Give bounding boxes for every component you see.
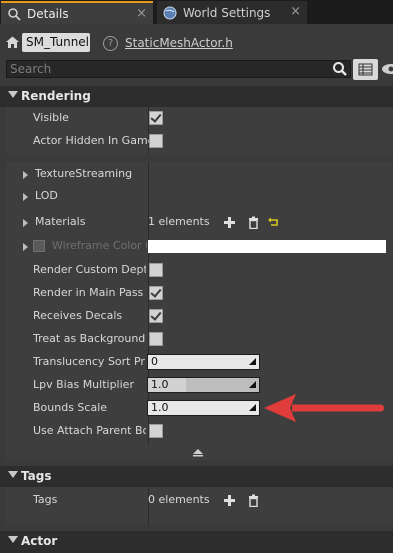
details-icon [7, 7, 21, 21]
tab-world-settings-label: World Settings [183, 5, 271, 20]
tags-panel: Tags 0 elements [6, 487, 393, 524]
class-source-link[interactable]: StaticMeshActor.h [125, 36, 233, 50]
property-row-tags: Tags 0 elements [6, 489, 393, 512]
property-row-main-pass: Render in Main Pass [6, 282, 393, 305]
rendering-basic-panel: Visible Actor Hidden In Game [6, 107, 393, 155]
help-icon[interactable]: ? [103, 36, 118, 51]
property-label: Actor Hidden In Game [33, 134, 155, 147]
property-row-translucency-sort: Translucency Sort Pri 0 [6, 351, 393, 374]
group-label: TextureStreaming [35, 167, 133, 180]
close-icon[interactable]: × [290, 4, 301, 19]
tab-details[interactable]: Details × [1, 1, 153, 24]
advanced-collapse-bar[interactable] [6, 444, 393, 460]
grid-view-icon [358, 63, 373, 76]
property-row-custom-depth: Render Custom Depth [6, 259, 393, 282]
chevron-down-icon [8, 536, 18, 543]
trash-icon[interactable] [247, 494, 260, 508]
property-row-actor-hidden: Actor Hidden In Game [6, 130, 393, 153]
category-actor-label: Actor [21, 534, 58, 548]
globe-icon [163, 6, 177, 20]
category-rendering[interactable]: Rendering [0, 86, 393, 107]
visible-checkbox[interactable] [149, 111, 163, 125]
chevron-right-icon [23, 193, 28, 201]
tab-details-label: Details [27, 6, 69, 21]
bounds-scale-input[interactable]: 1.0 [147, 400, 260, 416]
drag-handle-icon [249, 404, 256, 411]
add-icon[interactable] [223, 216, 236, 229]
numeric-value: 1.0 [151, 378, 169, 391]
property-row-visible: Visible [6, 107, 393, 130]
group-label: LOD [35, 189, 58, 202]
property-label: Render Custom Depth [33, 263, 146, 276]
property-label: Render in Main Pass [33, 286, 144, 299]
translucency-sort-input[interactable]: 0 [147, 354, 260, 370]
reset-icon[interactable] [267, 216, 280, 229]
wireframe-color-swatch[interactable] [148, 240, 386, 253]
materials-count: 1 elements [148, 215, 210, 228]
category-rendering-label: Rendering [21, 89, 91, 103]
property-row-wireframe-color: Wireframe Color O [6, 235, 393, 258]
actor-hidden-checkbox[interactable] [149, 134, 163, 148]
tab-world-settings[interactable]: World Settings × [157, 1, 307, 24]
annotation-arrow [262, 393, 385, 423]
chevron-right-icon[interactable] [23, 219, 28, 227]
property-label: Visible [33, 111, 69, 124]
numeric-value: 0 [151, 355, 158, 368]
eye-icon[interactable] [381, 60, 393, 78]
drag-handle-icon [249, 358, 256, 365]
category-tags[interactable]: Tags [0, 466, 393, 487]
use-attach-parent-checkbox[interactable] [149, 424, 163, 438]
group-texture-streaming[interactable]: TextureStreaming [6, 163, 393, 186]
drag-handle-icon [249, 381, 256, 388]
trash-icon[interactable] [247, 216, 260, 230]
treat-as-background-checkbox[interactable] [149, 332, 163, 346]
actor-name-field[interactable]: SM_Tunnel [22, 33, 90, 52]
receives-decals-checkbox[interactable] [149, 309, 163, 323]
wireframe-override-checkbox[interactable] [33, 240, 45, 252]
category-tags-label: Tags [21, 469, 52, 483]
property-label: Use Attach Parent Bo [33, 424, 146, 437]
group-lod[interactable]: LOD [6, 185, 393, 208]
property-label: Treat as Background f [33, 332, 146, 345]
search-icon[interactable] [332, 61, 347, 76]
property-label: Materials [35, 215, 86, 228]
main-pass-checkbox[interactable] [149, 286, 163, 300]
tags-count: 0 elements [148, 493, 210, 506]
category-actor[interactable]: Actor [0, 531, 393, 553]
actor-icon [5, 35, 20, 50]
property-row-receives-decals: Receives Decals [6, 305, 393, 328]
property-label: Bounds Scale [33, 401, 108, 414]
collapse-up-icon [193, 449, 203, 457]
numeric-value: 1.0 [151, 401, 169, 414]
search-placeholder: Search [10, 62, 52, 76]
chevron-down-icon [8, 471, 18, 478]
search-input[interactable] [6, 60, 351, 78]
property-label: Lpv Bias Multiplier [33, 378, 134, 391]
lpv-bias-slider[interactable]: 1.0 [147, 377, 260, 393]
chevron-down-icon [8, 91, 18, 98]
property-label: Tags [33, 493, 58, 506]
chevron-right-icon[interactable] [23, 243, 28, 251]
property-row-materials: Materials 1 elements [6, 211, 393, 234]
add-icon[interactable] [223, 494, 236, 507]
view-options-button[interactable] [353, 59, 378, 80]
property-row-use-attach-parent: Use Attach Parent Bo [6, 420, 393, 443]
custom-depth-checkbox[interactable] [149, 263, 163, 277]
chevron-right-icon [23, 171, 28, 179]
property-row-treat-as-background: Treat as Background f [6, 328, 393, 351]
property-label: Wireframe Color O [52, 239, 147, 252]
property-label: Receives Decals [33, 309, 123, 322]
property-label: Translucency Sort Pri [33, 355, 146, 368]
close-icon[interactable]: × [136, 6, 147, 21]
